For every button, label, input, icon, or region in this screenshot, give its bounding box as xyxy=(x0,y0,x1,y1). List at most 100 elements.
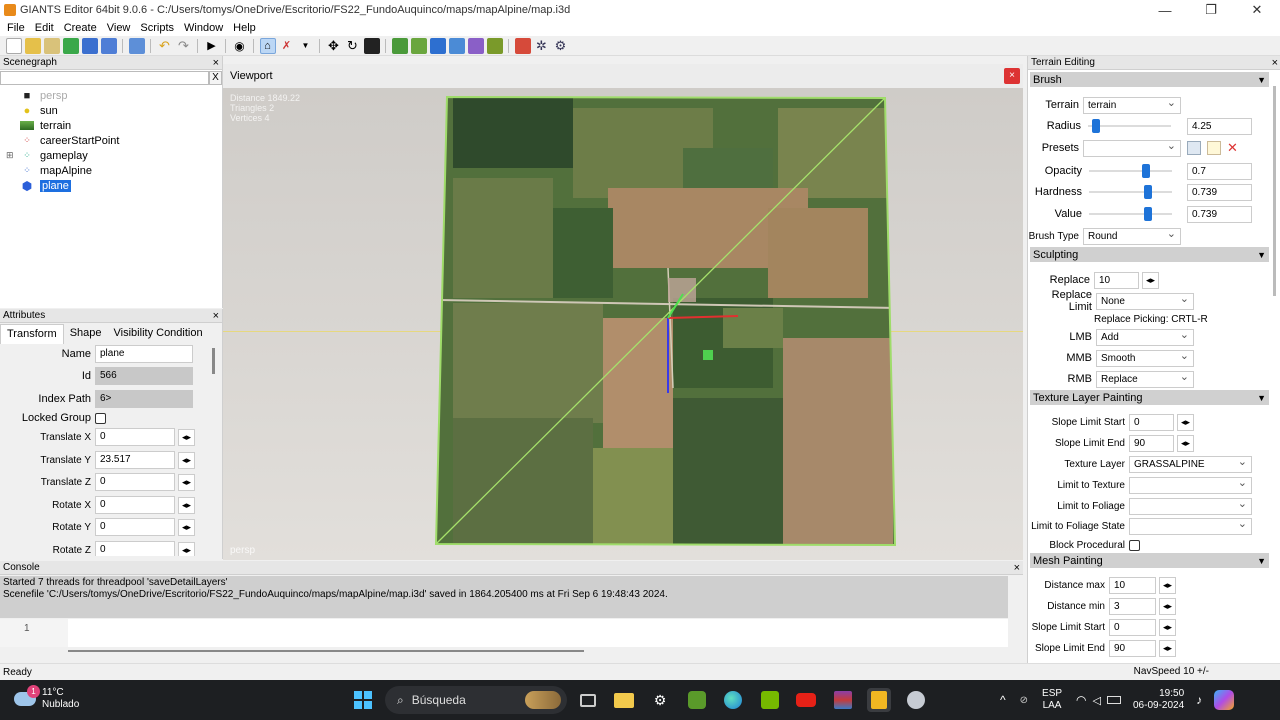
tree-item-terrain[interactable]: terrain xyxy=(6,118,119,133)
texture-slope-end-field[interactable]: 90 xyxy=(1129,434,1174,452)
eye-icon[interactable]: ◉ xyxy=(232,38,248,54)
rotate-icon[interactable]: ↻ xyxy=(345,38,361,54)
maximize-button[interactable]: ❐ xyxy=(1188,0,1234,20)
minimize-button[interactable]: — xyxy=(1142,0,1188,20)
mesh-slope-end-stepper[interactable]: ◂▸ xyxy=(1159,639,1176,657)
tray-chevron-icon[interactable]: ^ xyxy=(1000,693,1006,707)
section-sculpting[interactable]: Sculpting ▼ xyxy=(1030,247,1269,262)
battery-icon[interactable] xyxy=(1107,696,1121,704)
edge-browser-icon[interactable] xyxy=(721,688,745,712)
lmb-select[interactable]: Add xyxy=(1096,328,1194,346)
play-icon[interactable]: ▶ xyxy=(204,38,220,54)
terrain-editing-scrollbar[interactable] xyxy=(1273,86,1276,296)
menu-file[interactable]: File xyxy=(2,22,30,34)
rmb-select[interactable]: Replace xyxy=(1096,370,1194,388)
tab-visibility-condition[interactable]: Visibility Condition xyxy=(108,324,209,344)
console-horizontal-scrollbar[interactable] xyxy=(68,650,584,652)
clock-time[interactable]: 19:50 xyxy=(1133,688,1184,700)
terrain-select[interactable]: terrain xyxy=(1083,96,1181,114)
viewport-close-button[interactable]: × xyxy=(1004,68,1020,84)
limit-to-foliage-select[interactable] xyxy=(1129,497,1252,515)
move-icon[interactable]: ✥ xyxy=(326,38,342,54)
settings-gear-icon[interactable]: ⚙ xyxy=(648,688,672,712)
rotate-z-stepper[interactable]: ◂▸ xyxy=(178,541,195,556)
section-brush[interactable]: Brush ▼ xyxy=(1030,72,1269,87)
terrain-editing-close-button[interactable]: × xyxy=(1272,57,1278,69)
scenegraph-search-clear-button[interactable]: X xyxy=(209,71,222,85)
new-preset-icon[interactable] xyxy=(1207,141,1221,155)
network-icon[interactable]: ⚙ xyxy=(553,38,569,54)
terrain-paint-icon[interactable] xyxy=(410,37,427,54)
translate-z-stepper[interactable]: ◂▸ xyxy=(178,473,195,491)
shader-icon[interactable] xyxy=(514,37,531,54)
edit-file-icon[interactable] xyxy=(43,37,60,54)
save-as-icon[interactable] xyxy=(100,37,117,54)
texture-slope-start-stepper[interactable]: ◂▸ xyxy=(1177,413,1194,431)
name-field[interactable]: plane xyxy=(95,345,193,363)
translate-z-field[interactable]: 0 xyxy=(95,473,175,491)
hardness-field[interactable]: 0.739 xyxy=(1187,183,1252,201)
clock-date[interactable]: 06-09-2024 xyxy=(1133,700,1184,712)
value-slider-handle[interactable] xyxy=(1144,207,1153,221)
mesh-slope-start-field[interactable]: 0 xyxy=(1109,618,1156,636)
giants-editor-taskbar-icon[interactable] xyxy=(867,688,891,712)
keyboard-layout[interactable]: LAA xyxy=(1042,700,1062,712)
taskbar-search-box[interactable]: ⌕ Búsqueda xyxy=(385,686,567,714)
tree-item-careerstartpoint[interactable]: ⁘ careerStartPoint xyxy=(6,133,119,148)
rotate-z-field[interactable]: 0 xyxy=(95,541,175,556)
tree-item-plane[interactable]: ⬢ plane xyxy=(6,178,119,193)
settings-icon[interactable]: ✲ xyxy=(534,38,550,54)
mesh-slope-start-stepper[interactable]: ◂▸ xyxy=(1159,618,1176,636)
value-field[interactable]: 0.739 xyxy=(1187,205,1252,223)
texture-slope-start-field[interactable]: 0 xyxy=(1129,413,1174,431)
opacity-slider-handle[interactable] xyxy=(1141,164,1150,178)
start-icon[interactable] xyxy=(351,688,375,712)
home-icon[interactable]: ⌂ xyxy=(259,37,276,54)
wifi-icon[interactable]: ◠ xyxy=(1076,693,1086,707)
hardness-slider[interactable] xyxy=(1089,183,1172,201)
attributes-close-button[interactable]: × xyxy=(213,310,219,322)
distance-max-field[interactable]: 10 xyxy=(1109,576,1156,594)
console-close-button[interactable]: × xyxy=(1014,562,1020,574)
section-mesh-painting[interactable]: Mesh Painting ▼ xyxy=(1030,553,1269,568)
translate-y-field[interactable]: 23.517 xyxy=(95,451,175,469)
spline-icon[interactable] xyxy=(486,37,503,54)
scale-icon[interactable] xyxy=(363,37,380,54)
nvidia-icon[interactable] xyxy=(758,688,782,712)
save-preset-icon[interactable] xyxy=(1187,141,1201,155)
import-icon[interactable] xyxy=(128,37,145,54)
replace-stepper[interactable]: ◂▸ xyxy=(1142,271,1159,289)
translate-x-stepper[interactable]: ◂▸ xyxy=(178,428,195,446)
steam-icon[interactable] xyxy=(904,688,928,712)
tree-item-gameplay[interactable]: ⊞ ⁘ gameplay xyxy=(6,148,119,163)
mesh-paint-icon[interactable] xyxy=(448,37,465,54)
brush-type-select[interactable]: Round xyxy=(1083,227,1181,245)
decal-paint-icon[interactable] xyxy=(467,37,484,54)
menu-window[interactable]: Window xyxy=(179,22,228,34)
block-procedural-checkbox[interactable] xyxy=(1129,539,1140,551)
task-view-icon[interactable] xyxy=(576,688,600,712)
input-language[interactable]: ESP xyxy=(1042,688,1062,700)
viewport-canvas[interactable]: Distance 1849.22 Triangles 2 Vertices 4 xyxy=(223,88,1023,560)
radius-field[interactable]: 4.25 xyxy=(1187,117,1252,135)
console-script-input[interactable]: 1 xyxy=(0,619,1008,647)
menu-view[interactable]: View xyxy=(102,22,136,34)
menu-edit[interactable]: Edit xyxy=(30,22,59,34)
presets-select[interactable] xyxy=(1083,139,1181,157)
radius-slider-handle[interactable] xyxy=(1091,119,1100,133)
texture-layer-select[interactable]: GRASSALPINE xyxy=(1129,455,1252,473)
opacity-field[interactable]: 0.7 xyxy=(1187,162,1252,180)
distance-min-field[interactable]: 3 xyxy=(1109,597,1156,615)
section-texture-layer-painting[interactable]: Texture Layer Painting ▼ xyxy=(1030,390,1269,405)
foliage-paint-icon[interactable] xyxy=(429,37,446,54)
menu-scripts[interactable]: Scripts xyxy=(135,22,179,34)
delete-preset-icon[interactable]: ✕ xyxy=(1227,140,1238,156)
translate-y-stepper[interactable]: ◂▸ xyxy=(178,451,195,469)
file-explorer-icon[interactable] xyxy=(612,688,636,712)
open-file-icon[interactable] xyxy=(24,37,41,54)
limit-to-texture-select[interactable] xyxy=(1129,476,1252,494)
notification-bell-icon[interactable]: ♪ xyxy=(1196,693,1202,707)
redo-icon[interactable]: ↷ xyxy=(176,38,192,54)
radius-slider[interactable] xyxy=(1088,117,1171,135)
mmb-select[interactable]: Smooth xyxy=(1096,349,1194,367)
